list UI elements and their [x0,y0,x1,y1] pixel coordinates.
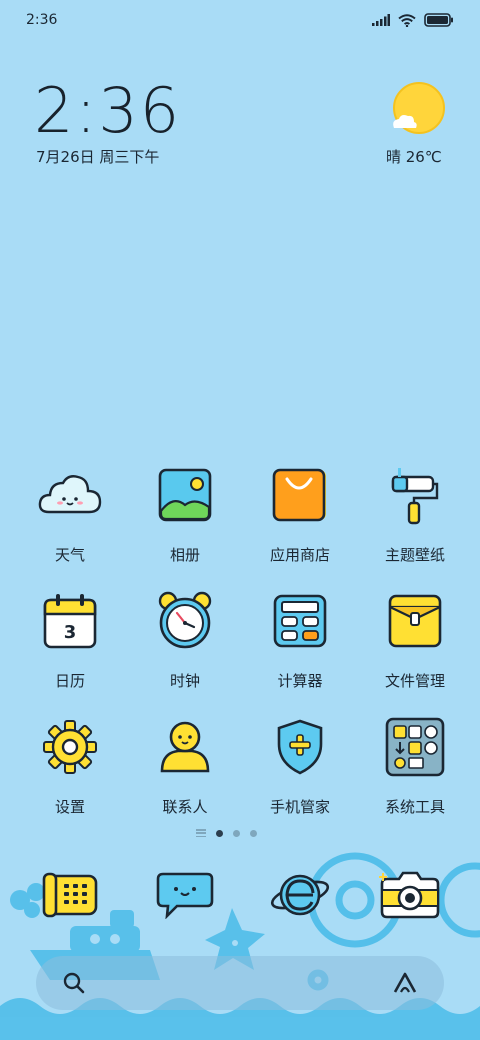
browser-icon [265,860,335,930]
app-label: 设置 [54,798,85,816]
signal-icon [372,14,390,26]
calculator-icon [265,586,335,656]
contact-icon [150,712,220,782]
wifi-icon [398,13,416,27]
folder-icon [380,586,450,656]
status-icons [372,13,454,27]
app-label: 日历 [54,672,85,690]
dock-messages[interactable] [130,860,240,930]
app-label: 应用商店 [269,546,330,564]
app-label: 联系人 [162,798,208,816]
dock-browser[interactable] [245,860,355,930]
gallery-icon [150,460,220,530]
phone-icon [35,860,105,930]
app-system-tools[interactable]: 系统工具 [360,712,470,817]
dock-camera[interactable] [355,860,465,930]
shopping-bag-icon [265,460,335,530]
shield-icon [265,712,335,782]
app-label: 主题壁纸 [384,546,445,564]
sun-cloud-icon[interactable] [388,82,446,136]
app-label: 文件管理 [384,672,445,690]
app-clock[interactable]: 时钟 [130,586,240,691]
app-contacts[interactable]: 联系人 [130,712,240,817]
camera-icon [375,860,445,930]
weather-text: 晴 26℃ [386,148,442,166]
chat-icon [150,860,220,930]
app-label: 系统工具 [384,798,445,816]
app-weather[interactable]: 天气 [15,460,125,565]
app-label: 时钟 [169,672,200,690]
calendar-icon: 3 [35,586,105,656]
clock-widget-date: 7月26日 周三下午 [36,148,160,166]
app-security[interactable]: 手机管家 [245,712,355,817]
status-bar: 2:36 [0,0,480,40]
app-label: 天气 [54,546,85,564]
calendar-day: 3 [64,622,77,643]
alarm-clock-icon [150,586,220,656]
status-time: 2:36 [26,12,58,28]
search-bar[interactable] [36,956,444,1010]
app-calendar[interactable]: 3 日历 [15,586,125,691]
app-label: 手机管家 [269,798,330,816]
app-store[interactable]: 应用商店 [245,460,355,565]
app-settings[interactable]: 设置 [15,712,125,817]
search-icon[interactable] [62,971,86,995]
app-themes[interactable]: 主题壁纸 [360,460,470,565]
paint-roller-icon [380,460,450,530]
app-label: 计算器 [277,672,323,690]
dock [0,860,480,940]
assistant-icon[interactable] [392,971,418,995]
battery-icon [424,13,453,27]
cloud-icon [35,460,105,530]
dock-phone[interactable] [15,860,125,930]
gear-icon [35,712,105,782]
tools-icon [380,712,450,782]
app-files[interactable]: 文件管理 [360,586,470,691]
app-label: 相册 [169,546,200,564]
clock-widget-time[interactable]: 2:36 [34,74,181,147]
app-calculator[interactable]: 计算器 [245,586,355,691]
app-gallery[interactable]: 相册 [130,460,240,565]
